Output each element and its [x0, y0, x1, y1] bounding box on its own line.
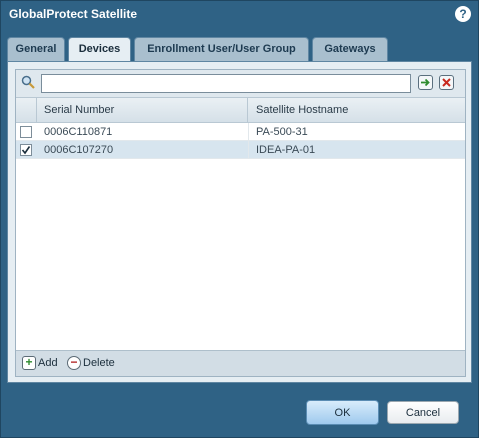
filter-bar [16, 70, 465, 97]
table-header: Serial Number Satellite Hostname [16, 97, 465, 123]
checkmark-icon [21, 146, 31, 155]
minus-icon: − [67, 356, 81, 370]
column-header-serial-number[interactable]: Serial Number [37, 98, 248, 122]
tab-devices[interactable]: Devices [68, 37, 131, 62]
add-label: Add [38, 357, 58, 369]
devices-grid: Serial Number Satellite Hostname 0006C11… [15, 69, 466, 377]
column-divider [248, 123, 249, 159]
ok-button[interactable]: OK [306, 400, 379, 425]
arrow-right-icon [421, 78, 430, 87]
help-icon[interactable]: ? [455, 6, 471, 22]
grid-toolbar: + Add − Delete [16, 350, 465, 376]
row-checkbox[interactable] [20, 126, 32, 138]
satellite-hostname-cell: IDEA-PA-01 [256, 144, 316, 156]
satellite-hostname-cell: PA-500-31 [256, 126, 308, 138]
dialog-title: GlobalProtect Satellite [9, 7, 138, 21]
table-row[interactable]: 0006C107270 IDEA-PA-01 [16, 141, 465, 159]
select-all-column [16, 98, 37, 122]
serial-number-cell: 0006C107270 [44, 144, 114, 156]
search-icon [21, 75, 35, 89]
delete-label: Delete [83, 357, 115, 369]
row-checkbox[interactable] [20, 144, 32, 156]
plus-icon: + [22, 356, 36, 370]
table-row[interactable]: 0006C110871 PA-500-31 [16, 123, 465, 141]
column-header-satellite-hostname[interactable]: Satellite Hostname [248, 98, 465, 122]
search-input[interactable] [41, 74, 411, 93]
tab-enrollment-user-group[interactable]: Enrollment User/User Group [134, 37, 309, 61]
title-bar: GlobalProtect Satellite ? [1, 1, 478, 29]
clear-filter-button[interactable] [439, 75, 454, 90]
cancel-button[interactable]: Cancel [387, 401, 459, 424]
devices-panel: Serial Number Satellite Hostname 0006C11… [7, 61, 472, 383]
clear-x-icon [442, 78, 451, 87]
tab-general[interactable]: General [7, 37, 65, 61]
dialog-window: GlobalProtect Satellite ? General Device… [0, 0, 479, 438]
tab-gateways[interactable]: Gateways [312, 37, 388, 61]
serial-number-cell: 0006C110871 [44, 126, 113, 138]
apply-filter-button[interactable] [418, 75, 433, 90]
